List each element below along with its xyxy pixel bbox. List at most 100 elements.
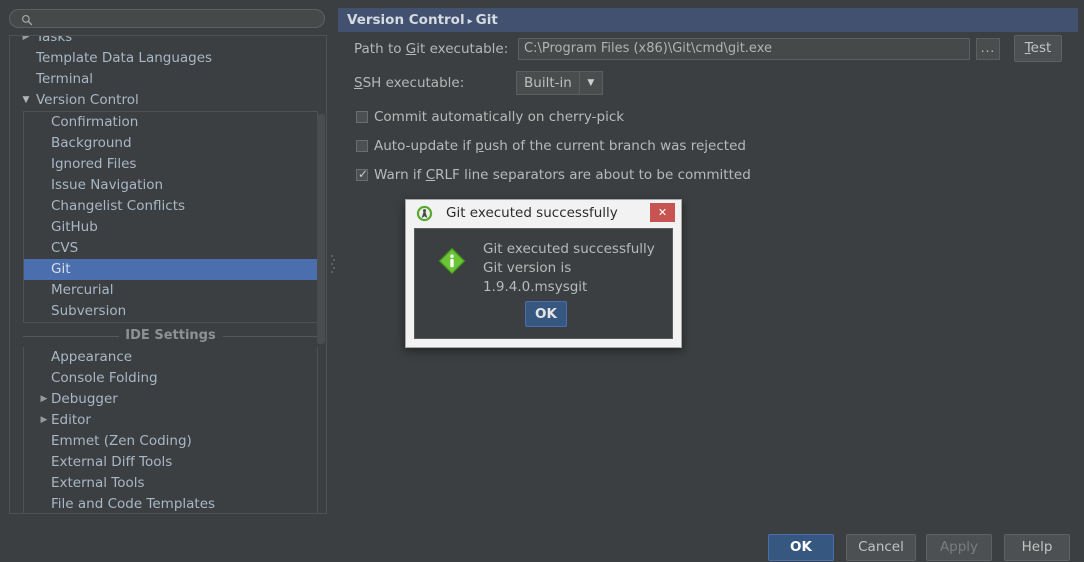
- tree-item-github[interactable]: GitHub: [24, 217, 317, 238]
- checkbox-label: Commit automatically on cherry-pick: [374, 104, 624, 130]
- checkbox-warn-crlf[interactable]: ✓: [356, 169, 368, 181]
- git-settings-form: Path to Git executable: C:\Program Files…: [338, 32, 1078, 191]
- browse-button[interactable]: ...: [976, 38, 1000, 60]
- dialog-button-bar: OK Cancel Apply Help: [0, 520, 1084, 562]
- chevron-down-icon[interactable]: ▼: [20, 90, 32, 111]
- settings-tree: ▶ Tasks Template Data Languages Terminal…: [9, 35, 327, 514]
- close-icon[interactable]: ✕: [650, 203, 675, 222]
- tree-item-editor[interactable]: ▶ Editor: [24, 410, 317, 431]
- checkbox-row-cherry-pick[interactable]: Commit automatically on cherry-pick: [338, 104, 1078, 133]
- breadcrumb-leaf: Git: [476, 12, 498, 28]
- checkbox-label-pre: Commit automatically on cherry-pick: [374, 109, 624, 125]
- apply-button: Apply: [926, 534, 992, 561]
- tree-item-debugger[interactable]: ▶ Debugger: [24, 389, 317, 410]
- ssh-label: SSH executable:: [354, 66, 464, 100]
- cancel-button[interactable]: Cancel: [846, 534, 916, 561]
- pane-splitter[interactable]: [330, 35, 336, 515]
- ide-settings-label: IDE Settings: [118, 325, 222, 347]
- tree-item-label: Changelist Conflicts: [51, 198, 185, 214]
- dialog-title-bar[interactable]: Git executed successfully ✕: [406, 200, 681, 227]
- tree-item-label: File and Code Templates: [51, 496, 215, 512]
- test-button[interactable]: Test: [1014, 35, 1062, 62]
- checkbox-label: Warn if CRLF line separators are about t…: [374, 162, 751, 188]
- checkbox-label: Auto-update if push of the current branc…: [374, 133, 746, 159]
- dialog-title: Git executed successfully: [446, 200, 618, 227]
- tree-item-label: CVS: [51, 240, 78, 256]
- splitter-grip-icon: [331, 253, 335, 275]
- settings-tree-scroll-content: ▶ Tasks Template Data Languages Terminal…: [10, 35, 326, 514]
- tree-item-mercurial[interactable]: Mercurial: [24, 280, 317, 301]
- tree-item-label: External Diff Tools: [51, 454, 172, 470]
- git-path-input[interactable]: C:\Program Files (x86)\Git\cmd\git.exe: [518, 38, 970, 60]
- tree-item-template-data-languages[interactable]: Template Data Languages: [10, 48, 326, 69]
- dialog-message-line-1: Git executed successfully: [483, 240, 666, 259]
- breadcrumb-separator-icon: ▸: [465, 16, 476, 27]
- git-path-row: Path to Git executable: C:\Program Files…: [338, 32, 1078, 66]
- git-path-label-pre: Path to: [354, 41, 406, 57]
- ssh-label-mnemonic: S: [354, 75, 363, 91]
- tree-item-git[interactable]: Git: [24, 259, 317, 280]
- tree-item-label: Tasks: [36, 35, 72, 45]
- chevron-right-icon[interactable]: ▶: [38, 389, 50, 410]
- tree-item-terminal[interactable]: Terminal: [10, 69, 326, 90]
- search-input-box[interactable]: [9, 9, 325, 28]
- tree-item-label: Version Control: [36, 92, 139, 108]
- checkbox-label-post: RLF line separators are about to be comm…: [435, 167, 751, 183]
- tree-item-subversion[interactable]: Subversion: [24, 301, 317, 322]
- tree-item-cvs[interactable]: CVS: [24, 238, 317, 259]
- ok-button[interactable]: OK: [768, 534, 834, 561]
- tree-item-issue-navigation[interactable]: Issue Navigation: [24, 175, 317, 196]
- ssh-executable-select[interactable]: Built-in ▼: [516, 71, 603, 95]
- checkbox-row-auto-update[interactable]: Auto-update if push of the current branc…: [338, 133, 1078, 162]
- checkbox-label-mnemonic: C: [426, 167, 435, 183]
- checkbox-row-crlf-warn[interactable]: ✓ Warn if CRLF line separators are about…: [338, 162, 1078, 191]
- settings-window: ▶ Tasks Template Data Languages Terminal…: [0, 0, 1084, 562]
- dialog-message-line-2: Git version is 1.9.4.0.msysgit: [483, 259, 666, 297]
- tree-item-appearance[interactable]: Appearance: [24, 347, 317, 368]
- tree-item-label: Appearance: [51, 349, 132, 365]
- checkbox-label-pre: Warn if: [374, 167, 426, 183]
- ssh-executable-row: SSH executable: Built-in ▼: [338, 66, 1078, 100]
- ide-settings-separator: IDE Settings: [23, 325, 318, 347]
- tree-item-emmet[interactable]: Emmet (Zen Coding): [24, 431, 317, 452]
- checkbox-label-post: ush of the current branch was rejected: [484, 138, 746, 154]
- tree-item-console-folding[interactable]: Console Folding: [24, 368, 317, 389]
- chevron-right-icon[interactable]: ▶: [38, 410, 50, 431]
- chevron-right-icon[interactable]: ▶: [20, 35, 32, 48]
- tree-item-external-tools[interactable]: External Tools: [24, 473, 317, 494]
- help-button[interactable]: Help: [1004, 534, 1070, 561]
- settings-sidebar: ▶ Tasks Template Data Languages Terminal…: [0, 0, 336, 520]
- tree-item-label: Ignored Files: [51, 156, 136, 172]
- tree-item-label: Background: [51, 135, 132, 151]
- app-logo-icon: [416, 205, 433, 222]
- tree-item-confirmation[interactable]: Confirmation: [24, 112, 317, 133]
- tree-item-label: Console Folding: [51, 370, 158, 386]
- info-icon: [438, 247, 466, 275]
- checkbox-commit-automatically[interactable]: [356, 111, 368, 123]
- tree-item-file-and-code-templates[interactable]: File and Code Templates: [24, 494, 317, 514]
- tree-item-background[interactable]: Background: [24, 133, 317, 154]
- git-success-dialog: Git executed successfully ✕ Git executed…: [405, 199, 682, 348]
- tree-item-changelist-conflicts[interactable]: Changelist Conflicts: [24, 196, 317, 217]
- test-button-label: est: [1031, 40, 1052, 56]
- tree-item-label: Subversion: [51, 303, 126, 319]
- tree-item-ignored-files[interactable]: Ignored Files: [24, 154, 317, 175]
- chevron-down-icon[interactable]: ▼: [579, 72, 602, 94]
- tree-item-external-diff-tools[interactable]: External Diff Tools: [24, 452, 317, 473]
- tree-item-version-control[interactable]: ▼ Version Control: [10, 90, 326, 111]
- version-control-subtree: Confirmation Background Ignored Files Is…: [23, 111, 318, 323]
- search-input[interactable]: [37, 11, 321, 30]
- tree-item-label: Emmet (Zen Coding): [51, 433, 192, 449]
- sidebar-scrollbar-track[interactable]: [317, 40, 325, 512]
- dialog-ok-button[interactable]: OK: [525, 301, 567, 327]
- ssh-selected-value: Built-in: [517, 72, 579, 94]
- checkbox-label-pre: Auto-update if: [374, 138, 475, 154]
- sidebar-scrollbar-thumb[interactable]: [317, 114, 325, 344]
- tree-item-label: Mercurial: [51, 282, 114, 298]
- tree-item-tasks[interactable]: ▶ Tasks: [10, 35, 326, 48]
- breadcrumb: Version Control▸Git: [347, 8, 498, 32]
- check-icon: ✓: [358, 167, 368, 181]
- checkbox-label-mnemonic: p: [475, 138, 484, 154]
- tree-item-label: Git: [51, 261, 71, 277]
- checkbox-auto-update[interactable]: [356, 140, 368, 152]
